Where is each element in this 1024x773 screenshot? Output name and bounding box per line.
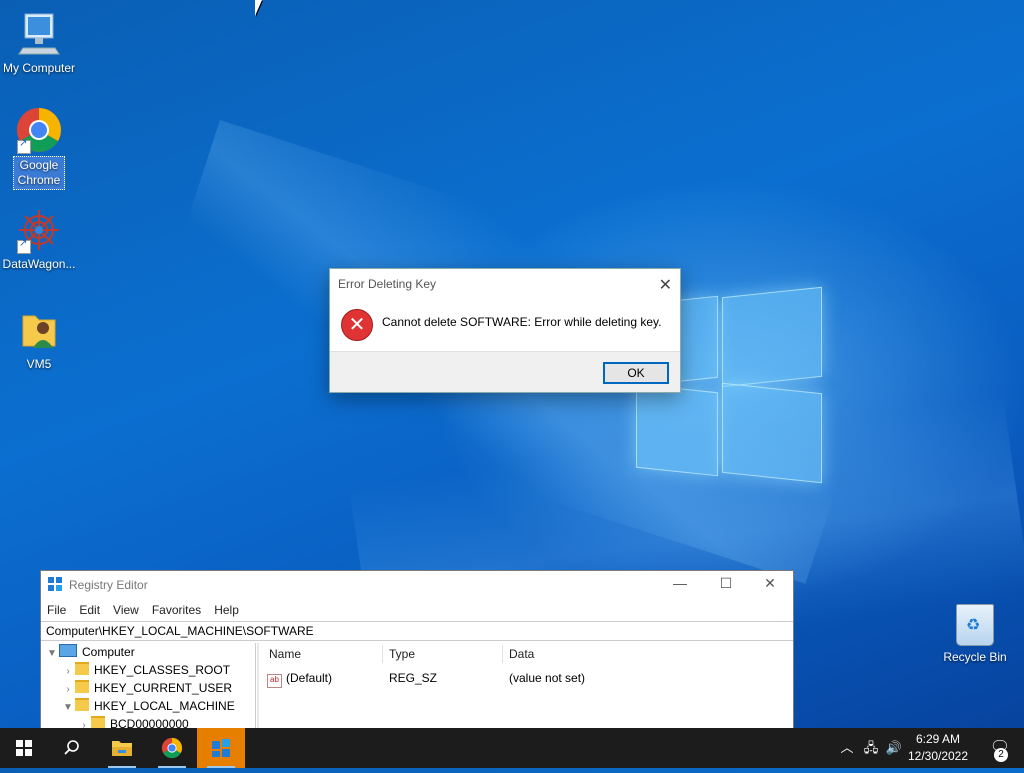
datawagon-icon — [15, 206, 63, 254]
address-bar[interactable]: Computer\HKEY_LOCAL_MACHINE\SOFTWARE — [41, 621, 793, 641]
tree-node-hkey-local-machine[interactable]: ▼ HKEY_LOCAL_MACHINE — [61, 697, 235, 715]
desktop-icon-label: DataWagon... — [2, 257, 76, 271]
registry-editor-window: Registry Editor — ☐ ✕ File Edit View Fav… — [40, 570, 794, 732]
desktop-icon-label: My Computer — [2, 61, 76, 75]
desktop-icon-datawagon[interactable]: DataWagon... — [0, 206, 78, 273]
monitor-icon — [15, 10, 63, 58]
string-value-icon: ab — [267, 674, 282, 688]
volume-icon[interactable]: 🔊 — [884, 728, 904, 768]
shortcut-arrow-icon — [17, 238, 31, 254]
shortcut-arrow-icon — [17, 138, 31, 154]
menu-favorites[interactable]: Favorites — [152, 603, 201, 617]
taskbar-file-explorer[interactable] — [98, 728, 146, 768]
computer-icon — [59, 644, 77, 657]
values-list: Name Type Data ab (Default) REG_SZ (value… — [261, 643, 793, 731]
menu-view[interactable]: View — [113, 603, 139, 617]
chrome-icon — [161, 737, 183, 759]
error-icon: ✕ — [341, 309, 373, 341]
taskbar-chrome[interactable] — [148, 728, 196, 768]
menu-edit[interactable]: Edit — [79, 603, 100, 617]
error-dialog: Error Deleting Key ✕ ✕ Cannot delete SOF… — [329, 268, 681, 393]
menu-file[interactable]: File — [47, 603, 66, 617]
desktop-icon-label: VM5 — [26, 357, 52, 371]
start-icon — [16, 740, 32, 756]
file-explorer-icon — [112, 741, 132, 756]
dialog-message: Cannot delete SOFTWARE: Error while dele… — [382, 315, 662, 329]
notification-count-badge: 2 — [994, 748, 1008, 762]
pane-splitter[interactable] — [257, 643, 259, 731]
window-title: Registry Editor — [69, 578, 148, 592]
desktop-icon-label: Recycle Bin — [943, 650, 1007, 664]
maximize-button[interactable]: ☐ — [703, 575, 749, 595]
folder-icon — [75, 680, 89, 693]
tree-node-label: HKEY_LOCAL_MACHINE — [94, 699, 235, 713]
value-data: (value not set) — [509, 671, 586, 685]
key-tree: ▼ Computer › HKEY_CLASSES_ROOT › HKEY_CURRE… — [41, 643, 256, 731]
column-header-data[interactable]: Data — [509, 647, 534, 661]
user-folder-icon — [15, 306, 63, 354]
taskbar: ︿ 🖧 🔊 6:29 AM 12/30/2022 🗨 2 — [0, 728, 1024, 768]
search-button[interactable] — [48, 728, 96, 768]
desktop-icon-label: Google Chrome — [13, 156, 65, 190]
chevron-up-icon[interactable]: ︿ — [838, 728, 856, 768]
menu-help[interactable]: Help — [214, 603, 239, 617]
tree-node-label: HKEY_CURRENT_USER — [94, 681, 233, 695]
column-divider — [502, 645, 503, 663]
tree-node-computer[interactable]: ▼ Computer — [45, 643, 135, 661]
dialog-title: Error Deleting Key — [338, 277, 437, 291]
menu-bar: File Edit View Favorites Help — [41, 599, 793, 621]
registry-editor-icon — [212, 739, 230, 757]
registry-editor-icon — [48, 577, 62, 591]
tree-node-hkey-classes-root[interactable]: › HKEY_CLASSES_ROOT — [61, 661, 230, 679]
tree-node-label: Computer — [82, 645, 135, 659]
action-center-button[interactable]: 🗨 2 — [980, 728, 1020, 768]
clock-date: 12/30/2022 — [907, 749, 969, 763]
column-header-type[interactable]: Type — [389, 647, 415, 661]
desktop-icon-my-computer[interactable]: My Computer — [0, 10, 78, 77]
system-clock[interactable]: 6:29 AM 12/30/2022 — [904, 731, 972, 765]
column-divider — [382, 645, 383, 663]
taskbar-registry-editor[interactable] — [197, 728, 245, 768]
chevron-down-icon[interactable]: ▼ — [45, 645, 59, 663]
value-type: REG_SZ — [389, 671, 438, 685]
column-header-name[interactable]: Name — [269, 647, 301, 661]
start-button[interactable] — [0, 728, 48, 768]
desktop-icon-google-chrome[interactable]: Google Chrome — [0, 106, 78, 190]
window-title-bar[interactable]: Registry Editor — ☐ ✕ — [41, 571, 793, 599]
ok-button[interactable]: OK — [603, 362, 669, 384]
minimize-button[interactable]: — — [657, 575, 703, 595]
folder-icon — [75, 662, 89, 675]
folder-icon — [75, 698, 89, 711]
mouse-cursor-icon — [255, 0, 269, 16]
tree-node-hkey-current-user[interactable]: › HKEY_CURRENT_USER — [61, 679, 232, 697]
close-button[interactable]: ✕ — [747, 575, 793, 595]
recycle-bin-icon — [956, 604, 994, 646]
desktop-icon-recycle-bin[interactable]: Recycle Bin — [940, 604, 1010, 664]
value-name: (Default) — [286, 671, 333, 685]
network-icon[interactable]: 🖧 — [860, 728, 882, 768]
chevron-down-icon[interactable]: ▼ — [61, 699, 75, 717]
search-icon — [64, 740, 79, 755]
desktop-icon-vm5[interactable]: VM5 — [0, 306, 78, 373]
chrome-icon — [15, 106, 63, 154]
clock-time: 6:29 AM — [915, 732, 961, 746]
tree-node-label: HKEY_CLASSES_ROOT — [94, 663, 231, 677]
close-icon[interactable]: ✕ — [659, 275, 672, 295]
